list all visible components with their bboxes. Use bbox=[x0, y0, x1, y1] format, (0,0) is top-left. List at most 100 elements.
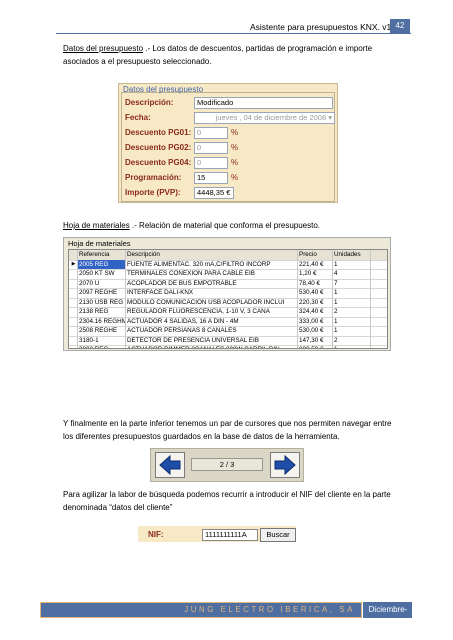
section-hoja-paragraph: Hoja de materiales .- Relación de materi… bbox=[63, 219, 393, 232]
arrow-right-icon bbox=[274, 454, 296, 476]
cell-descripcion: INTERFACE DALI-KNX bbox=[126, 288, 298, 298]
row-selector bbox=[69, 288, 78, 298]
cell-descripcion: ACTUADOR PERSIANAS 8 CANALES bbox=[126, 326, 298, 336]
arrow-left-icon bbox=[159, 454, 181, 476]
current-row-indicator-icon: ▶ bbox=[69, 259, 78, 269]
cell-referencia: 2050 KT SW bbox=[78, 269, 126, 279]
row-selector bbox=[69, 316, 78, 326]
cell-precio: 530,00 € bbox=[298, 326, 333, 336]
row-selector-header bbox=[69, 250, 78, 260]
cell-descripcion: ACTUADOR DIMMER 2CANALES 300W CARRIL DIN bbox=[126, 345, 298, 348]
cell-precio: 78,40 € bbox=[298, 278, 333, 288]
cell-descripcion: ACOPLADOR DE BUS EMPOTRABLE bbox=[126, 278, 298, 288]
cell-precio: 324,40 € bbox=[298, 307, 333, 317]
programacion-percent: % bbox=[231, 173, 239, 182]
footer-date: Diciembre-2008 bbox=[362, 602, 413, 630]
pg02-field[interactable]: 0 bbox=[194, 142, 228, 154]
cell-referencia: 2130 USB REG bbox=[78, 297, 126, 307]
cell-unidades: 1 bbox=[333, 345, 371, 348]
row-selector bbox=[69, 326, 78, 336]
cell-unidades: 2 bbox=[333, 335, 371, 345]
importe-label: Importe (PVP): bbox=[125, 188, 181, 197]
cell-unidades: 4 bbox=[333, 269, 371, 279]
cell-precio: 220,30 € bbox=[298, 297, 333, 307]
descripcion-label: Descripción: bbox=[125, 98, 174, 107]
materials-table[interactable]: Referencia Descripción Precio Unidades ▶ 2005… bbox=[68, 249, 388, 349]
cell-referencia: 2005 REG bbox=[78, 259, 126, 269]
nif-input[interactable]: 1111111111A bbox=[202, 529, 258, 541]
row-selector bbox=[69, 345, 78, 348]
pg01-label: Descuento PG01: bbox=[125, 128, 192, 137]
footer-company: JUNG ELECTRO IBERICA, SA bbox=[40, 602, 362, 618]
cell-referencia: 2097 REGHE bbox=[78, 288, 126, 298]
cell-unidades: 7 bbox=[333, 278, 371, 288]
cell-unidades: 1 bbox=[333, 297, 371, 307]
cell-descripcion: REGULADOR FLUORESCENCIA, 1-10 V, 3 CANA bbox=[126, 307, 298, 317]
cell-referencia: 2070 U bbox=[78, 278, 126, 288]
pg02-label: Descuento PG02: bbox=[125, 143, 192, 152]
pg04-field[interactable]: 0 bbox=[194, 157, 228, 169]
record-navigator: 2 / 3 bbox=[150, 448, 304, 482]
section-datos-label: Datos del presupuesto bbox=[63, 44, 144, 53]
panel-title: Datos del presupuesto bbox=[123, 85, 204, 94]
cell-precio: 1,20 € bbox=[298, 269, 333, 279]
header-referencia: Referencia bbox=[78, 250, 126, 260]
document-header-title: Asistente para presupuestos KNX. v1.0 bbox=[250, 22, 399, 32]
datos-presupuesto-panel: Datos del presupuesto Descripción: Modif… bbox=[118, 83, 338, 203]
row-selector bbox=[69, 269, 78, 279]
pg04-label: Descuento PG04: bbox=[125, 158, 192, 167]
next-record-button[interactable] bbox=[270, 452, 300, 478]
row-selector bbox=[69, 297, 78, 307]
section-hoja-label: Hoja de materiales bbox=[63, 221, 130, 230]
buscar-button[interactable]: Buscar bbox=[260, 528, 296, 542]
cell-descripcion: MODULO COMUNICACION USB ACOPLADOR INCLUI bbox=[126, 297, 298, 307]
nif-paragraph: Para agilizar la labor de búsqueda podem… bbox=[63, 490, 391, 512]
previous-record-button[interactable] bbox=[155, 452, 185, 478]
fecha-label: Fecha: bbox=[125, 113, 151, 122]
hoja-materiales-panel: Hoja de materiales Referencia Descripción… bbox=[63, 237, 391, 351]
cell-precio: 380,50 € bbox=[298, 345, 333, 348]
pg01-percent: % bbox=[231, 128, 239, 137]
document-footer: JUNG ELECTRO IBERICA, SA Diciembre-2008 bbox=[40, 602, 413, 630]
section-datos-paragraph: Datos del presupuesto .- Los datos de de… bbox=[63, 42, 393, 68]
cell-unidades: 1 bbox=[333, 326, 371, 336]
cell-referencia: 3802 REG bbox=[78, 345, 126, 348]
cell-referencia: 2304.16 REGHM bbox=[79, 316, 126, 326]
section-hoja-text: .- Relación de material que conforma el … bbox=[129, 221, 321, 230]
cell-precio: 530,40 € bbox=[298, 288, 333, 298]
cell-referencia: 2138 REG bbox=[78, 307, 126, 317]
cell-unidades: 1 bbox=[333, 316, 371, 326]
row-selector bbox=[69, 335, 78, 345]
cell-precio: 147,30 € bbox=[298, 335, 333, 345]
chevron-down-icon[interactable]: ▾ bbox=[328, 113, 332, 122]
cell-unidades: 1 bbox=[333, 259, 371, 269]
header-divider bbox=[56, 33, 411, 34]
header-precio: Precio bbox=[298, 250, 333, 260]
importe-field[interactable]: 4448,35 € bbox=[194, 187, 234, 199]
table-row[interactable]: 3802 REGACTUADOR DIMMER 2CANALES 300W CA… bbox=[69, 345, 387, 348]
cell-precio: 333,00 € bbox=[298, 316, 333, 326]
header-unidades: Unidades bbox=[333, 250, 371, 260]
nif-search-bar: NIF: 1111111111A Buscar bbox=[138, 526, 296, 542]
descripcion-field[interactable]: Modificado bbox=[194, 97, 333, 109]
pg01-field[interactable]: 0 bbox=[194, 127, 228, 139]
fecha-field[interactable]: jueves , 04 de diciembre de 2008 ▾ bbox=[194, 112, 335, 124]
cell-descripcion: FUENTE ALIMENTAC. 320 mA,C/FILTRO INCORP bbox=[126, 259, 298, 269]
programacion-field[interactable]: 15 bbox=[194, 172, 228, 184]
header-descripcion: Descripción bbox=[126, 250, 298, 260]
record-counter: 2 / 3 bbox=[191, 458, 263, 471]
nif-label: NIF: bbox=[148, 530, 164, 539]
cell-precio: 221,40 € bbox=[298, 259, 333, 269]
cell-referencia: 2508 REGHE bbox=[78, 326, 126, 336]
row-selector bbox=[69, 278, 78, 288]
pg02-percent: % bbox=[231, 143, 239, 152]
navigation-paragraph: Y finalmente en la parte inferior tenemo… bbox=[63, 419, 392, 441]
cell-unidades: 1 bbox=[333, 288, 371, 298]
programacion-label: Programación: bbox=[125, 173, 182, 182]
cell-descripcion: DETECTOR DE PRESENCIA UNIVERSAL EIB bbox=[126, 335, 298, 345]
cell-descripcion: TERMINALES CONEXION PARA CABLE EIB bbox=[126, 269, 298, 279]
cell-unidades: 2 bbox=[333, 307, 371, 317]
fecha-value: jueves , 04 de diciembre de 2008 bbox=[215, 113, 327, 122]
page-number: 42 bbox=[390, 19, 410, 33]
grid-title: Hoja de materiales bbox=[68, 239, 131, 248]
